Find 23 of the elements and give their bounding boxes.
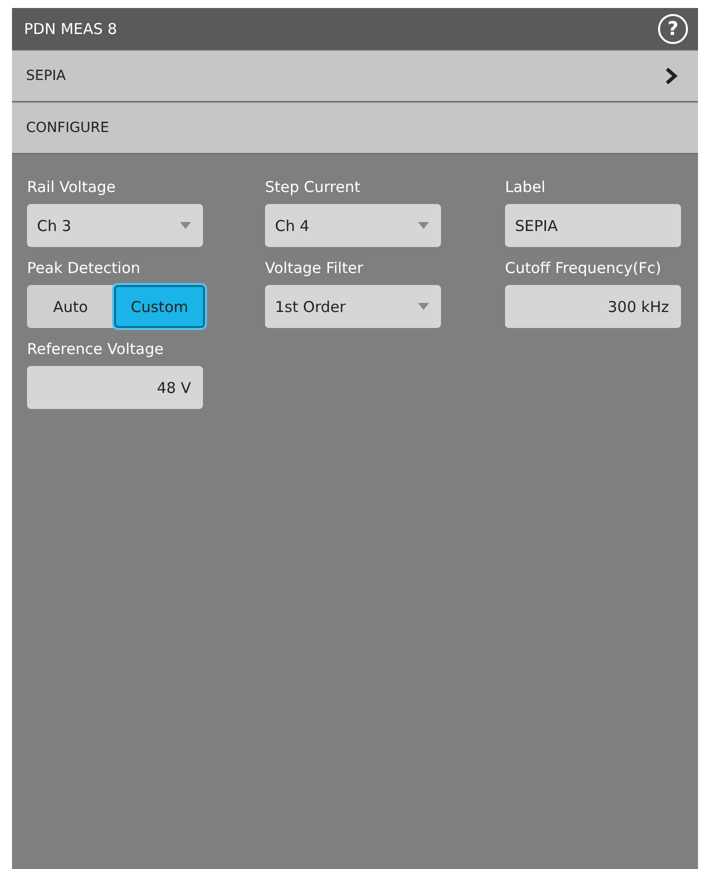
field-label: Step Current: [265, 178, 360, 196]
field-label: Rail Voltage: [27, 178, 116, 196]
number-field[interactable]: 48 V: [27, 366, 203, 409]
caret-icon: [418, 303, 429, 310]
field-label: Label: [505, 178, 546, 196]
window-title: PDN MEAS 8: [24, 20, 118, 38]
field-label: Voltage Filter: [265, 259, 364, 277]
number-field[interactable]: 300 kHz: [505, 285, 681, 328]
field-label: Cutoff Frequency(Fc): [505, 259, 662, 277]
menu-item[interactable]: SEPIA: [12, 50, 698, 102]
dropdown[interactable]: Ch 3: [27, 204, 203, 247]
dropdown[interactable]: 1st Order: [265, 285, 441, 328]
caret-icon: [180, 222, 191, 229]
chevron-right-icon: [664, 68, 678, 84]
section-header: CONFIGURE: [12, 102, 698, 154]
help-button[interactable]: ?: [658, 14, 688, 44]
toggle-option[interactable]: Custom: [114, 285, 205, 328]
caret-icon: [418, 222, 429, 229]
toggle-option[interactable]: Auto: [27, 285, 114, 328]
field-label: Reference Voltage: [27, 340, 164, 358]
text-field[interactable]: SEPIA: [505, 204, 681, 247]
dropdown[interactable]: Ch 4: [265, 204, 441, 247]
field-label: Peak Detection: [27, 259, 140, 277]
